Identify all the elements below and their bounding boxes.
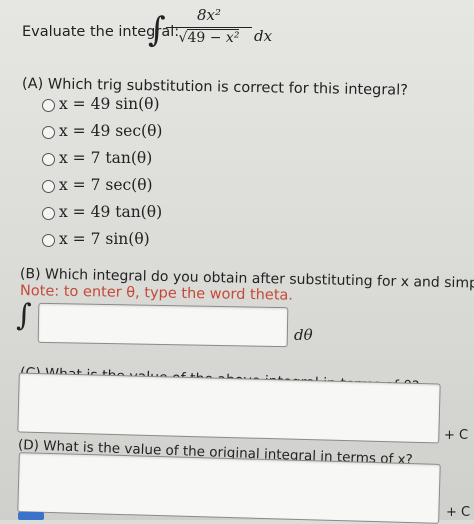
option-radio-4[interactable] xyxy=(42,180,55,193)
part-b-answer-input[interactable] xyxy=(37,302,289,348)
denominator-constant: 49 − xyxy=(187,30,226,47)
option-label-5[interactable]: x = 49 tan(θ) xyxy=(59,203,162,221)
differential-dx: dx xyxy=(254,27,273,45)
part-d-answer-input[interactable] xyxy=(17,452,441,524)
integrand-fraction: 8x² √49 − x² xyxy=(166,6,252,47)
part-b-note: Note: to enter θ, type the word theta. xyxy=(19,283,294,304)
option-radio-2[interactable] xyxy=(42,126,55,139)
option-label-3[interactable]: x = 7 tan(θ) xyxy=(59,149,152,167)
option-radio-6[interactable] xyxy=(42,234,55,247)
problem-page: Evaluate the integral: ∫ 8x² √49 − x² dx… xyxy=(0,0,474,524)
submit-button-edge[interactable] xyxy=(18,512,44,520)
part-d-plus-c: + C xyxy=(446,505,471,520)
integral-sign: ∫ xyxy=(148,10,166,50)
option-radio-3[interactable] xyxy=(42,153,55,166)
integrand-numerator: 8x² xyxy=(196,6,222,24)
option-label-1[interactable]: x = 49 sin(θ) xyxy=(59,95,160,113)
part-b-dtheta: dθ xyxy=(294,326,313,344)
option-label-6[interactable]: x = 7 sin(θ) xyxy=(59,230,150,248)
integrand-denominator: √49 − x² xyxy=(166,29,252,47)
option-label-2[interactable]: x = 49 sec(θ) xyxy=(59,122,162,140)
part-b-integral-sign: ∫ xyxy=(16,298,32,333)
part-c-answer-input[interactable] xyxy=(17,372,441,444)
option-radio-1[interactable] xyxy=(42,99,55,112)
denominator-variable: x² xyxy=(225,30,240,47)
option-label-4[interactable]: x = 7 sec(θ) xyxy=(59,176,153,194)
part-c-plus-c: + C xyxy=(444,428,469,443)
fraction-bar xyxy=(166,27,252,29)
option-radio-5[interactable] xyxy=(42,207,55,220)
